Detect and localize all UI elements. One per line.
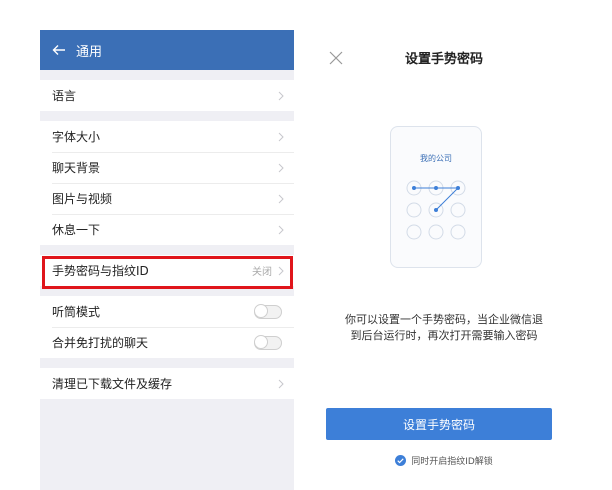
setting-language[interactable]: 语言 xyxy=(40,80,294,111)
setting-font-size[interactable]: 字体大小 xyxy=(40,121,294,152)
settings-group-security: 手势密码与指纹ID 关闭 xyxy=(40,255,294,286)
settings-panel: 通用 语言 字体大小 聊天背景 图片与视频 休息一下 手势密码与指纹ID 关闭 … xyxy=(40,30,294,490)
chevron-right-icon xyxy=(278,163,284,172)
settings-header: 通用 xyxy=(40,30,294,70)
setting-clear-downloads[interactable]: 清理已下载文件及缓存 xyxy=(40,368,294,399)
setting-earpiece-mode: 听筒模式 xyxy=(40,296,294,327)
setting-take-break-label: 休息一下 xyxy=(52,223,101,237)
touch-id-label: 同时开启指纹ID解锁 xyxy=(411,457,493,467)
settings-group-storage: 清理已下载文件及缓存 xyxy=(40,368,294,399)
merge-muted-toggle[interactable] xyxy=(254,334,282,350)
chevron-right-icon xyxy=(278,266,284,275)
setting-gesture-password[interactable]: 手势密码与指纹ID 关闭 xyxy=(40,255,294,286)
setting-language-label: 语言 xyxy=(52,89,77,103)
touch-id-option[interactable]: 同时开启指纹ID解锁 xyxy=(318,454,570,467)
setting-take-break[interactable]: 休息一下 xyxy=(40,214,294,245)
company-name: 我的公司 xyxy=(420,154,452,163)
setting-photos-videos[interactable]: 图片与视频 xyxy=(40,183,294,214)
chevron-right-icon xyxy=(278,132,284,141)
description: 你可以设置一个手势密码，当企业微信退 到后台运行时，再次打开需要输入密码 xyxy=(326,312,562,344)
gesture-password-page: 设置手势密码 我的公司 你可以设置一个手势密码，当企业微信退 到后台运行时，再次… xyxy=(318,30,570,490)
earpiece-mode-toggle[interactable] xyxy=(254,303,282,319)
setting-earpiece-mode-label: 听筒模式 xyxy=(52,305,101,319)
gesture-pattern-graphic xyxy=(406,180,466,240)
setting-clear-downloads-label: 清理已下载文件及缓存 xyxy=(52,377,173,391)
description-line-2: 到后台运行时，再次打开需要输入密码 xyxy=(350,329,538,342)
setting-merge-muted-label: 合并免打扰的聊天 xyxy=(52,336,149,350)
back-arrow-icon[interactable] xyxy=(52,43,66,57)
setting-merge-muted: 合并免打扰的聊天 xyxy=(40,327,294,358)
settings-title: 通用 xyxy=(76,44,103,60)
set-gesture-password-button[interactable]: 设置手势密码 xyxy=(326,408,552,440)
check-circle-icon[interactable] xyxy=(395,455,407,466)
setting-gesture-password-status: 关闭 xyxy=(252,267,272,278)
chevron-right-icon xyxy=(278,91,284,100)
chevron-right-icon xyxy=(278,379,284,388)
setting-photos-videos-label: 图片与视频 xyxy=(52,192,113,206)
page-title: 设置手势密码 xyxy=(404,52,483,67)
settings-group-toggles: 听筒模式 合并免打扰的聊天 xyxy=(40,296,294,358)
chevron-right-icon xyxy=(278,225,284,234)
settings-group-language: 语言 xyxy=(40,80,294,111)
setting-font-size-label: 字体大小 xyxy=(52,130,101,144)
setting-chat-background-label: 聊天背景 xyxy=(52,161,101,175)
chevron-right-icon xyxy=(278,194,284,203)
description-line-1: 你可以设置一个手势密码，当企业微信退 xyxy=(345,313,543,326)
settings-group-display: 字体大小 聊天背景 图片与视频 休息一下 xyxy=(40,121,294,245)
setting-chat-background[interactable]: 聊天背景 xyxy=(40,152,294,183)
setting-gesture-password-label: 手势密码与指纹ID xyxy=(52,264,149,278)
phone-illustration: 我的公司 xyxy=(390,126,482,268)
